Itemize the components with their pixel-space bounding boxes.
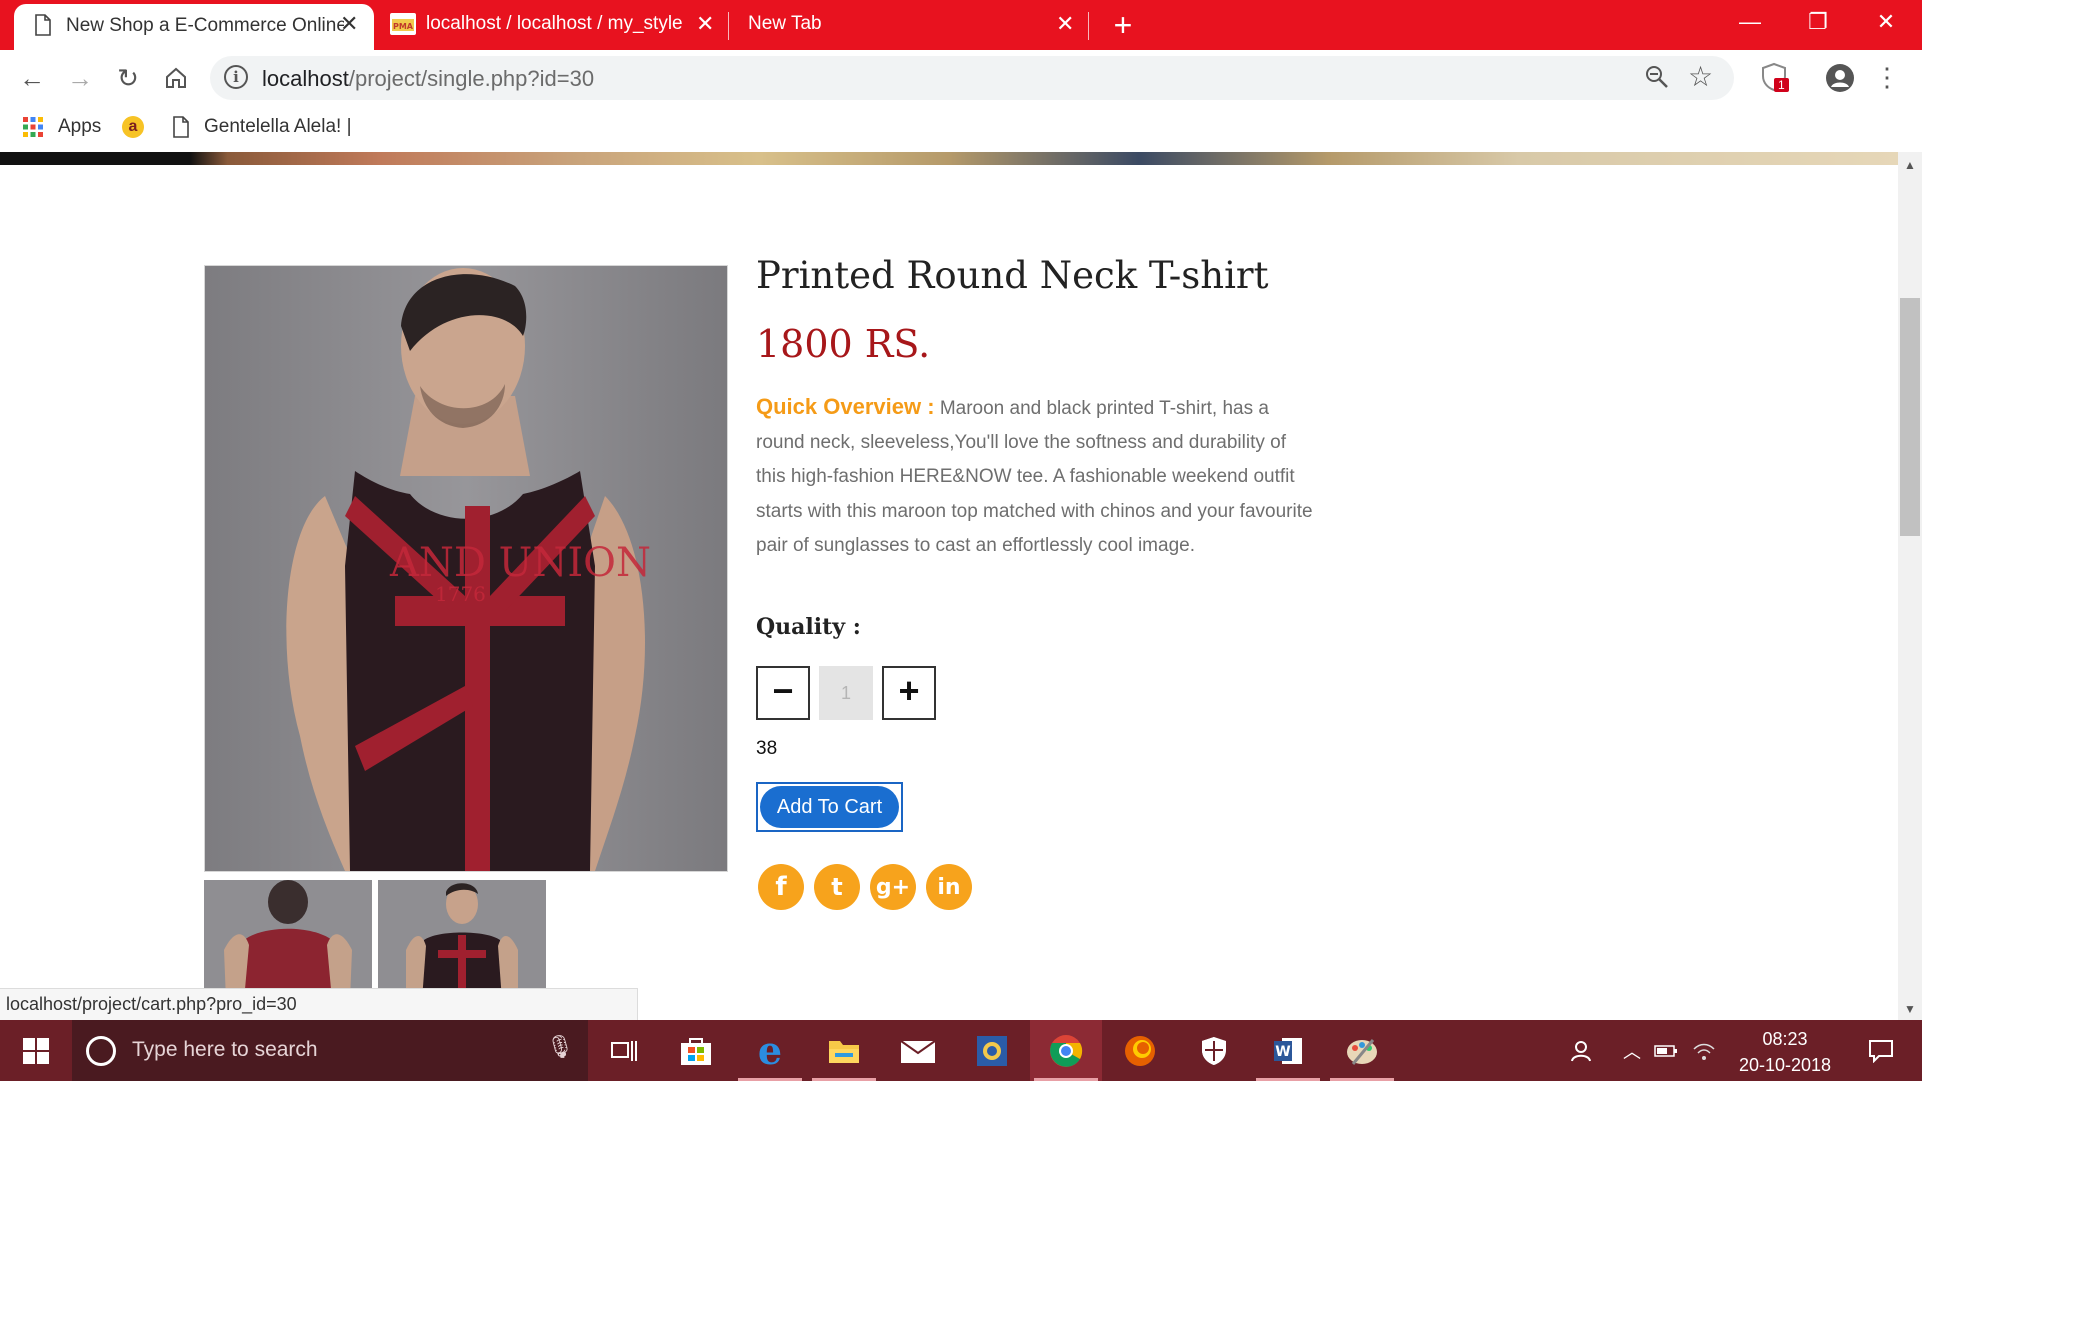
svg-text:PMA: PMA [393, 22, 414, 31]
product-thumbnail-front[interactable] [378, 880, 546, 1000]
windows-taskbar: Type here to search 🎙 e W ︿ 08:23 20-10-… [0, 1020, 1922, 1081]
facebook-icon[interactable]: f [758, 864, 804, 910]
product-price: 1800 RS. [756, 322, 931, 366]
add-to-cart-label: Add To Cart [760, 786, 899, 828]
close-tab-icon[interactable]: ✕ [696, 11, 714, 37]
chrome-icon[interactable] [1030, 1020, 1102, 1081]
close-tab-icon[interactable]: ✕ [340, 11, 358, 37]
product-thumbnail-back[interactable] [204, 880, 372, 1000]
page-scrollbar[interactable] [1898, 152, 1922, 1020]
tab-title: localhost / localhost / my_style / [426, 13, 682, 34]
product-main-image[interactable]: AND UNION 1776 [204, 265, 728, 872]
tab-title: New Tab [748, 13, 822, 34]
product-overview: Quick Overview : Maroon and black printe… [756, 390, 1316, 563]
taskbar-clock[interactable]: 08:23 20-10-2018 [1720, 1026, 1850, 1078]
url-path: /project/single.php?id=30 [348, 66, 595, 91]
firefox-icon[interactable] [1104, 1020, 1176, 1081]
browser-toolbar: ← → ↻ i localhost/project/single.php?id=… [0, 50, 1922, 106]
page-icon [172, 116, 190, 138]
reload-icon[interactable]: ↻ [110, 60, 146, 96]
bookmark-gentelella[interactable]: Gentelella Alela! | [172, 116, 352, 138]
chevron-up-icon[interactable]: ︿ [1618, 1020, 1646, 1081]
bookmark-label: Apps [58, 116, 102, 137]
bookmark-logo-icon: a [122, 116, 144, 138]
photos-icon[interactable] [956, 1020, 1028, 1081]
quantity-decrement-button[interactable]: − [756, 666, 810, 720]
site-info-icon[interactable]: i [224, 65, 248, 89]
header-banner-image [0, 152, 1898, 165]
restore-icon[interactable]: ❐ [1788, 0, 1848, 44]
bookmark-label: Gentelella Alela! | [204, 116, 352, 137]
notification-icon[interactable] [1856, 1020, 1906, 1081]
battery-icon[interactable] [1650, 1020, 1682, 1081]
screen: New Shop a E-Commerce Online ✕ PMA local… [0, 0, 1922, 1081]
bookmark-logo[interactable]: a [122, 116, 144, 138]
tab-shop[interactable]: New Shop a E-Commerce Online ✕ [14, 4, 374, 50]
word-icon[interactable]: W [1252, 1020, 1324, 1081]
scrollbar-thumb[interactable] [1900, 298, 1920, 536]
file-explorer-icon[interactable] [808, 1020, 880, 1081]
scroll-up-icon[interactable]: ▲ [1898, 156, 1922, 174]
microphone-icon[interactable]: 🎙 [546, 1034, 574, 1060]
wifi-icon[interactable] [1688, 1020, 1720, 1081]
back-icon[interactable]: ← [14, 60, 50, 96]
store-icon[interactable] [660, 1020, 732, 1081]
plus-icon[interactable]: + [1106, 8, 1140, 42]
svg-text:W: W [1275, 1044, 1290, 1060]
bookmarks-bar: Apps a Gentelella Alela! | [0, 106, 1922, 152]
extension-badge: 1 [1774, 78, 1789, 92]
taskbar-search[interactable]: Type here to search 🎙 [72, 1020, 588, 1081]
mail-icon[interactable] [882, 1020, 954, 1081]
phpmyadmin-icon: PMA [390, 13, 416, 35]
scroll-down-icon[interactable]: ▼ [1898, 1000, 1922, 1018]
forward-icon[interactable]: → [62, 60, 98, 96]
task-view-icon[interactable] [588, 1020, 660, 1081]
zoom-icon[interactable] [1644, 64, 1670, 95]
tab-separator [1088, 12, 1089, 40]
cortana-icon [86, 1036, 116, 1066]
page-icon [34, 14, 52, 42]
minimize-icon[interactable]: — [1720, 0, 1780, 44]
address-bar[interactable]: i localhost/project/single.php?id=30 ☆ [210, 56, 1734, 100]
linkedin-icon[interactable]: in [926, 864, 972, 910]
tab-strip: New Shop a E-Commerce Online ✕ PMA local… [0, 0, 1922, 50]
close-window-icon[interactable]: ✕ [1856, 0, 1916, 44]
add-to-cart-button[interactable]: Add To Cart [756, 782, 903, 832]
people-icon[interactable] [1562, 1020, 1598, 1081]
shirt-print-year: 1776 [435, 582, 486, 606]
quantity-increment-button[interactable]: + [882, 666, 936, 720]
windows-start-icon[interactable] [0, 1020, 72, 1081]
security-shield-icon[interactable] [1178, 1020, 1250, 1081]
close-tab-icon[interactable]: ✕ [1056, 11, 1074, 37]
paint-icon[interactable] [1326, 1020, 1398, 1081]
menu-icon[interactable]: ⋮ [1874, 62, 1900, 92]
profile-icon[interactable] [1826, 64, 1854, 92]
quantity-input[interactable]: 1 [819, 666, 873, 720]
status-url-bubble: localhost/project/cart.php?pro_id=30 [0, 988, 638, 1020]
url-text[interactable]: localhost/project/single.php?id=30 [262, 66, 594, 92]
edge-icon[interactable]: e [734, 1020, 806, 1081]
product-title: Printed Round Neck T-shirt [756, 254, 1269, 297]
twitter-icon[interactable]: t [814, 864, 860, 910]
bookmark-apps[interactable]: Apps [22, 116, 101, 138]
tab-phpmyadmin[interactable]: PMA localhost / localhost / my_style / ✕ [384, 0, 720, 50]
overview-text: Maroon and black printed T-shirt, has a … [756, 398, 1313, 556]
tab-title: New Shop a E-Commerce Online [66, 15, 344, 36]
quality-label: Quality : [756, 614, 861, 640]
bookmark-star-icon[interactable]: ☆ [1688, 60, 1713, 93]
tab-separator [728, 12, 729, 40]
page-viewport: AND UNION 1776 Printed Round Neck T-shir… [0, 152, 1898, 1020]
stock-count: 38 [756, 738, 778, 759]
shirt-print-text: AND UNION [389, 540, 651, 586]
apps-grid-icon [22, 116, 44, 138]
overview-label: Quick Overview : [756, 394, 935, 419]
extension-shield-icon[interactable]: 1 [1760, 62, 1790, 92]
url-host: localhost [262, 66, 349, 91]
google-plus-icon[interactable]: g+ [870, 864, 916, 910]
search-placeholder: Type here to search [132, 1038, 318, 1061]
tab-new[interactable]: New Tab ✕ [732, 0, 1082, 50]
clock-date: 20-10-2018 [1738, 1055, 1832, 1075]
clock-time: 08:23 [1762, 1029, 1808, 1049]
home-icon[interactable] [158, 60, 194, 96]
